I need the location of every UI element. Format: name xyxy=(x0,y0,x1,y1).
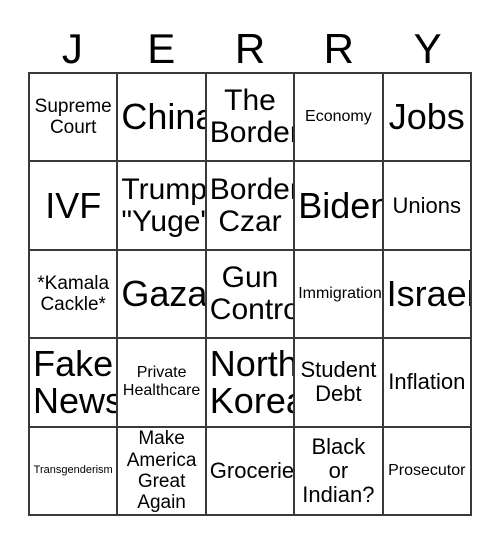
bingo-cell-label: The Border xyxy=(209,84,296,150)
bingo-cell-label: Gaza xyxy=(121,273,207,315)
bingo-cell-r3-c0[interactable]: Fake News xyxy=(30,339,119,428)
bingo-cell-label: Israel xyxy=(386,273,472,315)
bingo-grid: Supreme Court China The Border Economy Jobs I… xyxy=(28,72,472,516)
bingo-cell-label: Prosecutor xyxy=(388,461,466,479)
bingo-card: J E R R Y Supreme Court China The Border Ec… xyxy=(0,0,500,544)
bingo-cell-r2-c0[interactable]: *Kamala Cackle* xyxy=(30,250,119,340)
header-letter-3: R xyxy=(323,25,354,72)
bingo-cell-r1-c3[interactable]: Biden xyxy=(295,162,384,251)
bingo-cell-r2-c1[interactable]: Gaza xyxy=(118,250,207,340)
bingo-cell-r3-c2[interactable]: North Korea xyxy=(206,339,296,428)
bingo-cell-r0-c2[interactable]: The Border xyxy=(206,74,296,163)
bingo-cell-label: China xyxy=(121,96,207,138)
bingo-cell-r1-c1[interactable]: Trump "Yuge" xyxy=(118,162,207,251)
bingo-cell-label: Immigration xyxy=(298,285,382,303)
bingo-cell-r0-c4[interactable]: Jobs xyxy=(383,74,472,163)
bingo-cell-label: Transgenderism xyxy=(33,464,113,477)
header-letter-0: J xyxy=(61,25,83,72)
bingo-cell-r3-c4[interactable]: Inflation xyxy=(383,339,472,428)
bingo-cell-label: Make America Great Again xyxy=(126,428,197,514)
bingo-cell-label: Groceries xyxy=(209,457,295,483)
bingo-cell-label: Biden xyxy=(298,184,384,226)
header-letter-1: E xyxy=(147,25,176,72)
bingo-cell-label: Trump "Yuge" xyxy=(121,172,207,238)
bingo-cell-r3-c3[interactable]: Student Debt xyxy=(295,339,384,428)
bingo-cell-r0-c1[interactable]: China xyxy=(118,74,207,163)
bingo-cell-r2-c3[interactable]: Immigration xyxy=(295,250,384,340)
bingo-cell-label: Student Debt xyxy=(300,357,377,407)
header-letter-2: R xyxy=(234,25,266,72)
bingo-cell-label: Border Czar xyxy=(209,172,296,238)
bingo-cell-label: Gun Control xyxy=(209,261,293,326)
bingo-cell-label: Black or Indian? xyxy=(302,433,375,507)
bingo-cell-label: Economy xyxy=(305,108,372,126)
bingo-cell-label: *Kamala Cackle* xyxy=(37,272,110,315)
bingo-cell-label: Fake News xyxy=(33,342,119,422)
bingo-cell-r4-c4[interactable]: Prosecutor xyxy=(383,427,472,516)
bingo-cell-r1-c0[interactable]: IVF xyxy=(30,162,119,251)
bingo-cell-r1-c4[interactable]: Unions xyxy=(383,162,472,251)
header-letter-4: Y xyxy=(413,25,442,72)
bingo-cell-label: North Korea xyxy=(209,342,296,422)
bingo-header: J E R R Y xyxy=(28,20,472,72)
bingo-cell-r0-c3[interactable]: Economy xyxy=(295,74,384,163)
bingo-cell-r4-c0[interactable]: Transgenderism xyxy=(30,427,119,516)
bingo-cell-r1-c2[interactable]: Border Czar xyxy=(206,162,296,251)
bingo-cell-label: Private Healthcare xyxy=(122,364,201,400)
bingo-cell-r0-c0[interactable]: Supreme Court xyxy=(30,74,119,163)
bingo-cell-r4-c3[interactable]: Black or Indian? xyxy=(295,427,384,516)
bingo-cell-r3-c1[interactable]: Private Healthcare xyxy=(118,339,207,428)
bingo-cell-label: Inflation xyxy=(388,369,466,395)
bingo-cell-r2-c2[interactable]: Gun Control xyxy=(206,250,296,340)
bingo-cell-r2-c4[interactable]: Israel xyxy=(383,250,472,340)
bingo-cell-label: Jobs xyxy=(388,96,465,138)
bingo-cell-label: Supreme Court xyxy=(34,95,112,139)
bingo-cell-r4-c2[interactable]: Groceries xyxy=(206,427,296,516)
bingo-cell-label: Unions xyxy=(392,192,462,218)
bingo-cell-r4-c1[interactable]: Make America Great Again xyxy=(118,427,207,516)
bingo-cell-label: IVF xyxy=(45,184,102,226)
